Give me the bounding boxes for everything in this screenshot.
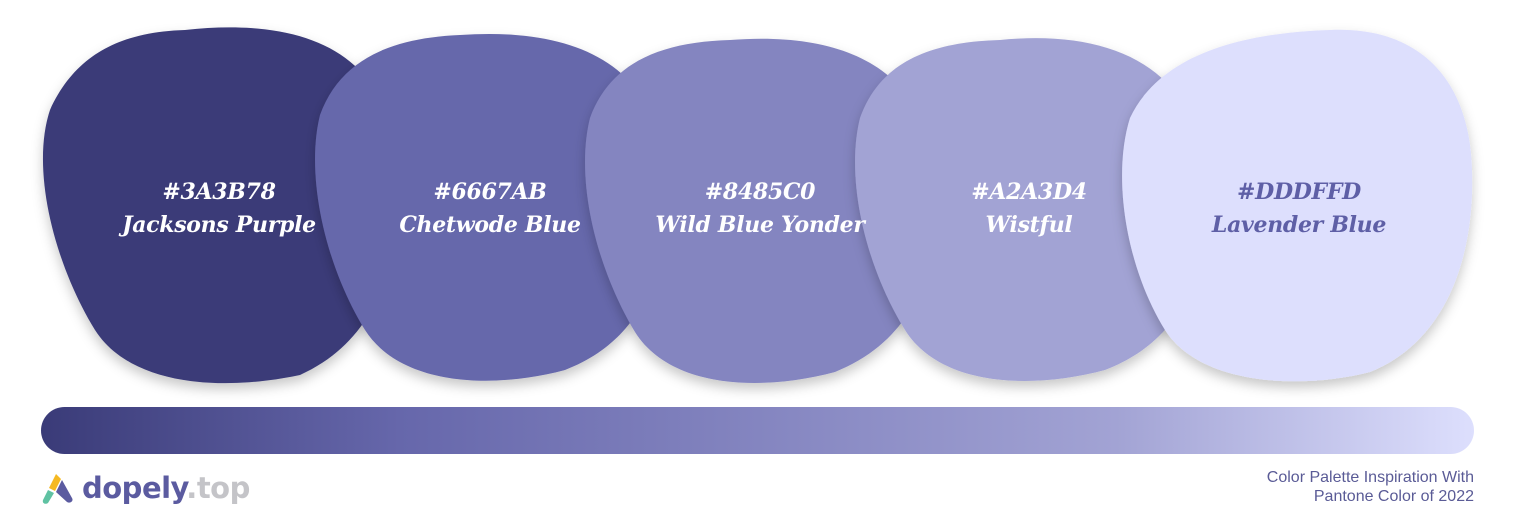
swatch-hex: #6667AB [433, 179, 547, 205]
swatch-label-wild-blue-yonder: #8485C0 Wild Blue Yonder [630, 176, 890, 242]
swatch-label-jacksons-purple: #3A3B78 Jacksons Purple [89, 176, 349, 242]
brand-name: dopely [82, 471, 187, 505]
swatch-hex: #A2A3D4 [971, 179, 1087, 205]
caption-line-1: Color Palette Inspiration With [1266, 469, 1474, 486]
swatch-name: Chetwode Blue [399, 212, 581, 238]
dopely-logo-icon [42, 474, 73, 504]
brand-logo-link[interactable]: dopely.top [40, 468, 250, 508]
palette-gradient-bar [41, 407, 1474, 454]
swatch-hex: #DDDFFD [1237, 179, 1361, 205]
palette-caption: Color Palette Inspiration With Pantone C… [1267, 468, 1474, 506]
swatch-name: Wistful [985, 212, 1073, 238]
swatch-name: Lavender Blue [1211, 212, 1387, 238]
brand-tld: .top [186, 471, 250, 505]
swatch-name: Jacksons Purple [122, 212, 316, 238]
brand-wordmark: dopely.top [82, 471, 250, 505]
swatch-label-wistful: #A2A3D4 Wistful [899, 176, 1159, 242]
caption-line-2: Pantone Color of 2022 [1313, 488, 1474, 505]
swatch-name: Wild Blue Yonder [655, 212, 865, 238]
swatch-label-chetwode-blue: #6667AB Chetwode Blue [360, 176, 620, 242]
swatch-label-lavender-blue: #DDDFFD Lavender Blue [1169, 176, 1429, 242]
swatch-hex: #8485C0 [704, 179, 816, 205]
swatch-hex: #3A3B78 [162, 179, 276, 205]
